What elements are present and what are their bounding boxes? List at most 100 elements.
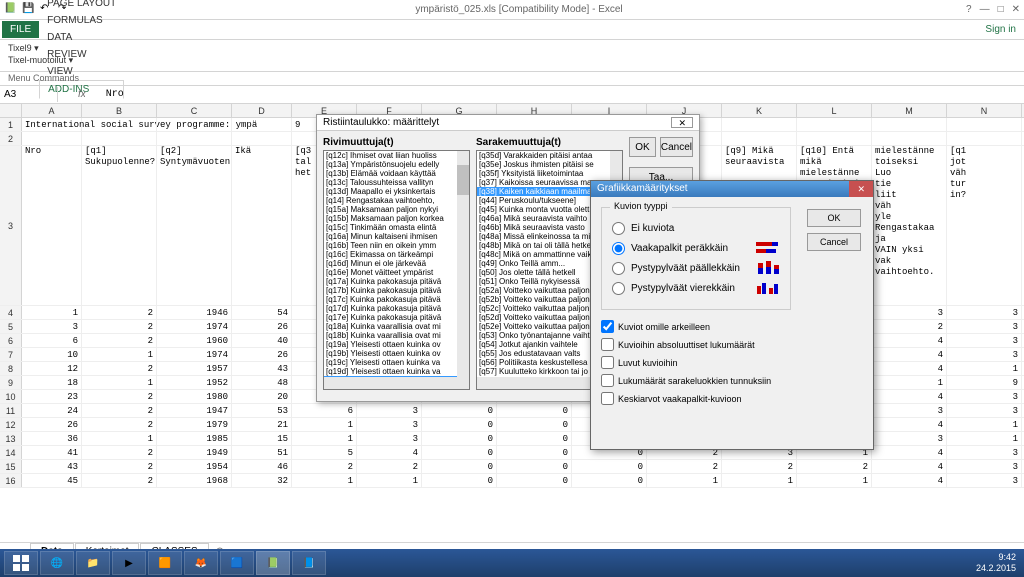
- cell[interactable]: 1985: [157, 432, 232, 445]
- cell[interactable]: 2: [797, 460, 872, 473]
- cell[interactable]: 1968: [157, 474, 232, 487]
- cell[interactable]: 40: [232, 334, 292, 347]
- cell[interactable]: 1: [947, 362, 1022, 375]
- cell[interactable]: 18: [22, 376, 82, 389]
- list-item[interactable]: [q19d] Yleisesti ottaen kuinka va: [324, 367, 469, 376]
- cell[interactable]: 0: [572, 474, 647, 487]
- cell[interactable]: 3: [872, 432, 947, 445]
- tab-formulas[interactable]: FORMULAS: [39, 12, 124, 29]
- scrollbar-thumb[interactable]: [457, 165, 469, 195]
- list-item[interactable]: [q15b] Maksamaan paljon korkea: [324, 214, 469, 223]
- col-header-B[interactable]: B: [82, 104, 157, 117]
- col-header-N[interactable]: N: [947, 104, 1022, 117]
- radio-option[interactable]: Pystypylväät vierekkäin: [612, 281, 780, 295]
- dialog-titlebar[interactable]: Grafiikkamääritykset ✕: [591, 181, 873, 197]
- cell[interactable]: 9: [947, 376, 1022, 389]
- list-item[interactable]: [q17e] Kuinka pakokasuja pitävä: [324, 313, 469, 322]
- cell[interactable]: 10: [22, 348, 82, 361]
- cell[interactable]: 2: [82, 334, 157, 347]
- cell[interactable]: 3: [947, 320, 1022, 333]
- taskbar-ie-icon[interactable]: 🌐: [40, 551, 74, 575]
- cell[interactable]: 1: [82, 348, 157, 361]
- cell[interactable]: 0: [422, 460, 497, 473]
- cell[interactable]: 1952: [157, 376, 232, 389]
- cell[interactable]: 1: [292, 432, 357, 445]
- tab-file[interactable]: FILE: [2, 21, 39, 38]
- cell[interactable]: 2: [82, 390, 157, 403]
- taskbar-clock[interactable]: 9:42 24.2.2015: [976, 552, 1020, 574]
- start-button[interactable]: [4, 551, 38, 575]
- list-item[interactable]: [q19a] Yleisesti ottaen kuinka ov: [324, 340, 469, 349]
- cell[interactable]: 1: [22, 306, 82, 319]
- cell[interactable]: 2: [82, 306, 157, 319]
- cell[interactable]: 3: [947, 460, 1022, 473]
- minimize-icon[interactable]: —: [980, 4, 990, 15]
- cell[interactable]: International social survey programme: y…: [22, 118, 82, 131]
- cell[interactable]: 0: [422, 432, 497, 445]
- cell[interactable]: [797, 132, 872, 145]
- cell[interactable]: 1: [292, 418, 357, 431]
- cell[interactable]: 1946: [157, 306, 232, 319]
- radio-option[interactable]: Vaakapalkit peräkkäin: [612, 241, 780, 255]
- row-header[interactable]: 11: [0, 404, 22, 417]
- cell[interactable]: [947, 118, 1022, 131]
- cell[interactable]: 1980: [157, 390, 232, 403]
- col-header-L[interactable]: L: [797, 104, 872, 117]
- row-header[interactable]: 1: [0, 118, 22, 131]
- cell[interactable]: 1949: [157, 446, 232, 459]
- list-item[interactable]: [q13d] Maapallo ei yksinkertais: [324, 187, 469, 196]
- list-item[interactable]: [q19c] Yleisesti ottaen kuinka va: [324, 358, 469, 367]
- cell[interactable]: 2: [82, 460, 157, 473]
- checkbox[interactable]: [601, 356, 614, 369]
- cell[interactable]: 4: [872, 390, 947, 403]
- cell[interactable]: 1974: [157, 348, 232, 361]
- cell[interactable]: [872, 132, 947, 145]
- list-item[interactable]: [q19b] Yleisesti ottaen kuinka ov: [324, 349, 469, 358]
- cell[interactable]: 3: [357, 432, 422, 445]
- addin-tixel-muotoilut[interactable]: Tixel-muotoilut ▾: [8, 54, 1016, 66]
- cell[interactable]: 24: [22, 404, 82, 417]
- tab-page-layout[interactable]: PAGE LAYOUT: [39, 0, 124, 12]
- cell[interactable]: [232, 132, 292, 145]
- cell[interactable]: 2: [82, 474, 157, 487]
- cell[interactable]: 48: [232, 376, 292, 389]
- checkbox[interactable]: [601, 392, 614, 405]
- name-box[interactable]: A3: [0, 87, 58, 102]
- cell[interactable]: 1974: [157, 320, 232, 333]
- cell[interactable]: Nro: [22, 146, 82, 305]
- cell[interactable]: 1: [947, 432, 1022, 445]
- row-header[interactable]: 5: [0, 320, 22, 333]
- cell[interactable]: 0: [497, 418, 572, 431]
- cell[interactable]: 2: [292, 460, 357, 473]
- row-header[interactable]: 15: [0, 460, 22, 473]
- cell[interactable]: [157, 118, 232, 131]
- cell[interactable]: [82, 118, 157, 131]
- cell[interactable]: [872, 118, 947, 131]
- cell[interactable]: 2: [647, 460, 722, 473]
- row-header[interactable]: 4: [0, 306, 22, 319]
- cell[interactable]: 4: [872, 362, 947, 375]
- row-header[interactable]: 12: [0, 418, 22, 431]
- checkbox-row[interactable]: Lukumäärät sarakeluokkien tunnuksiin: [601, 374, 863, 387]
- list-item[interactable]: [q17c] Kuinka pakokasuja pitävä: [324, 295, 469, 304]
- cell[interactable]: 2: [82, 446, 157, 459]
- cell[interactable]: [157, 132, 232, 145]
- cell[interactable]: 3: [872, 306, 947, 319]
- radio-option[interactable]: Ei kuviota: [612, 222, 780, 235]
- cell[interactable]: 1: [947, 418, 1022, 431]
- scrollbar-horizontal[interactable]: [324, 377, 469, 389]
- checkbox-row[interactable]: Kuviot omille arkeilleen: [601, 320, 863, 333]
- cell[interactable]: 3: [947, 306, 1022, 319]
- cell[interactable]: 1: [722, 474, 797, 487]
- cell[interactable]: 15: [232, 432, 292, 445]
- list-item[interactable]: [q35d] Varakkaiden pitäisi antaa: [477, 151, 622, 160]
- list-item[interactable]: [q17b] Kuinka pakokasuja pitävä: [324, 286, 469, 295]
- cell[interactable]: 26: [232, 320, 292, 333]
- cell[interactable]: [722, 132, 797, 145]
- cell[interactable]: [722, 118, 797, 131]
- cell[interactable]: 1: [292, 474, 357, 487]
- cell[interactable]: 36: [22, 432, 82, 445]
- cell[interactable]: 1960: [157, 334, 232, 347]
- cell[interactable]: 26: [22, 418, 82, 431]
- cell[interactable]: 0: [422, 404, 497, 417]
